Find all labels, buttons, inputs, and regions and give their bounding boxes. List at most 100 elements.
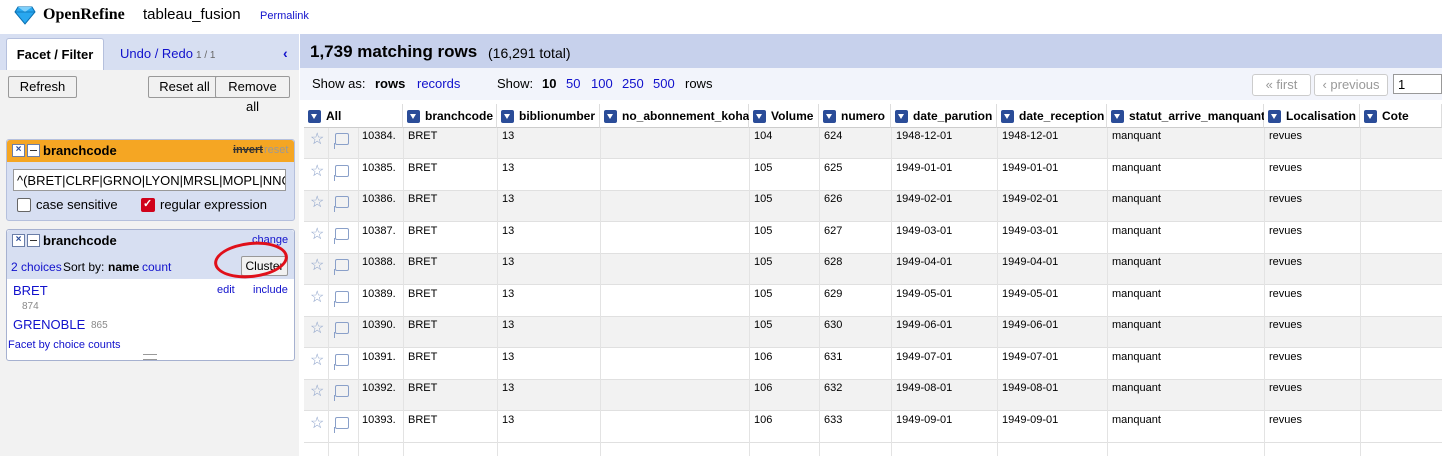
table-cell[interactable]: 630 [824, 319, 842, 331]
table-cell[interactable]: 1949-04-01 [896, 256, 952, 268]
table-cell[interactable]: 13 [502, 414, 514, 426]
table-cell[interactable]: 631 [824, 351, 842, 363]
table-cell[interactable]: revues [1269, 130, 1302, 142]
table-cell[interactable]: BRET [408, 351, 437, 363]
collapse-panel-icon[interactable]: ‹ [283, 46, 293, 60]
column-menu-arrow-icon[interactable] [823, 110, 836, 123]
column-header-numero[interactable]: numero [819, 104, 891, 128]
table-cell[interactable]: 1949-09-01 [1002, 414, 1058, 426]
table-cell[interactable]: manquant [1112, 288, 1161, 300]
tab-facet-filter[interactable]: Facet / Filter [6, 38, 104, 71]
table-cell[interactable]: revues [1269, 162, 1302, 174]
table-cell[interactable]: BRET [408, 288, 437, 300]
choice-include-link[interactable]: include [253, 284, 288, 296]
table-cell[interactable]: 13 [502, 319, 514, 331]
table-cell[interactable]: 1949-04-01 [1002, 256, 1058, 268]
table-cell[interactable]: 1949-03-01 [896, 225, 952, 237]
facet-choice-bret[interactable]: BRET [13, 283, 48, 298]
column-menu-arrow-icon[interactable] [1364, 110, 1377, 123]
column-menu-arrow-icon[interactable] [1111, 110, 1124, 123]
page-size-50[interactable]: 50 [566, 76, 580, 91]
column-header-branchcode[interactable]: branchcode [403, 104, 497, 128]
table-cell[interactable]: 628 [824, 256, 842, 268]
table-cell[interactable]: 1949-01-01 [1002, 162, 1058, 174]
close-facet-icon[interactable]: × [12, 234, 25, 247]
first-page-button[interactable]: « first [1252, 74, 1311, 96]
table-cell[interactable]: 13 [502, 225, 514, 237]
flag-icon[interactable] [334, 259, 349, 275]
table-cell[interactable]: BRET [408, 193, 437, 205]
table-cell[interactable]: 1948-12-01 [896, 130, 952, 142]
table-cell[interactable]: 1949-07-01 [896, 351, 952, 363]
column-header-localisation[interactable]: Localisation [1264, 104, 1360, 128]
mode-records[interactable]: records [417, 76, 460, 91]
table-cell[interactable]: manquant [1112, 162, 1161, 174]
table-cell[interactable]: manquant [1112, 414, 1161, 426]
column-header-statut-arrive-manquant[interactable]: statut_arrive_manquant [1107, 104, 1265, 128]
table-cell[interactable]: 105 [754, 193, 772, 205]
table-cell[interactable]: 625 [824, 162, 842, 174]
flag-icon[interactable] [334, 290, 349, 307]
case-sensitive-checkbox[interactable] [17, 198, 31, 212]
table-cell[interactable]: BRET [408, 414, 437, 426]
project-name[interactable]: tableau_fusion [143, 6, 241, 23]
star-icon[interactable]: ☆ [310, 258, 324, 274]
table-cell[interactable]: 106 [754, 382, 772, 394]
column-header-biblionumber[interactable]: biblionumber [497, 104, 600, 128]
minimize-facet-icon[interactable] [27, 234, 40, 247]
choices-count[interactable]: 2 choices [11, 260, 62, 274]
table-cell[interactable]: 629 [824, 288, 842, 300]
table-cell[interactable]: 1949-08-01 [1002, 382, 1058, 394]
column-menu-arrow-icon[interactable] [1268, 110, 1281, 123]
table-cell[interactable]: BRET [408, 130, 437, 142]
table-cell[interactable]: 633 [824, 414, 842, 426]
change-link[interactable]: change [252, 234, 288, 246]
table-cell[interactable]: revues [1269, 225, 1302, 237]
page-size-500[interactable]: 500 [653, 76, 675, 91]
star-icon[interactable]: ☆ [310, 226, 324, 243]
facet-choice-grenoble[interactable]: GRENOBLE [13, 317, 85, 332]
cluster-button[interactable]: Cluster [241, 256, 288, 276]
star-icon[interactable]: ☆ [310, 321, 324, 337]
column-menu-arrow-icon[interactable] [308, 110, 321, 123]
table-cell[interactable]: 632 [824, 382, 842, 394]
table-cell[interactable]: 106 [754, 414, 772, 426]
regular-expression-checkbox[interactable] [141, 197, 155, 212]
permalink-link[interactable]: Permalink [260, 10, 309, 22]
column-menu-arrow-icon[interactable] [895, 110, 908, 123]
table-cell[interactable]: 13 [502, 288, 514, 300]
column-menu-arrow-icon[interactable] [753, 110, 766, 123]
table-cell[interactable]: manquant [1112, 130, 1161, 142]
table-cell[interactable]: 105 [754, 319, 772, 331]
invert-link[interactable]: invert [233, 144, 263, 156]
table-cell[interactable]: 13 [502, 351, 514, 363]
column-header-date-parution[interactable]: date_parution [891, 104, 997, 128]
sort-by-count[interactable]: count [142, 260, 171, 274]
column-menu-arrow-icon[interactable] [604, 110, 617, 123]
table-cell[interactable]: BRET [408, 256, 437, 268]
sort-by-name[interactable]: name [108, 260, 139, 274]
table-cell[interactable]: BRET [408, 162, 437, 174]
star-icon[interactable]: ☆ [310, 163, 324, 180]
choice-edit-link[interactable]: edit [217, 284, 235, 296]
table-cell[interactable]: revues [1269, 193, 1302, 205]
table-cell[interactable]: 1949-05-01 [1002, 288, 1058, 300]
table-cell[interactable]: 105 [754, 288, 772, 300]
table-cell[interactable]: BRET [408, 225, 437, 237]
table-cell[interactable]: revues [1269, 288, 1302, 300]
table-cell[interactable]: manquant [1112, 225, 1161, 237]
page-size-10[interactable]: 10 [542, 76, 556, 91]
table-cell[interactable]: revues [1269, 351, 1302, 363]
flag-icon[interactable] [334, 385, 349, 401]
table-cell[interactable]: manquant [1112, 256, 1161, 268]
table-cell[interactable]: 105 [754, 256, 772, 268]
facet-by-choice-counts-link[interactable]: Facet by choice counts [8, 339, 121, 351]
star-icon[interactable]: ☆ [310, 289, 324, 306]
minimize-facet-icon[interactable] [27, 144, 40, 157]
star-icon[interactable]: ☆ [310, 195, 324, 211]
remove-all-button[interactable]: Remove all [215, 76, 290, 114]
column-header-date-reception[interactable]: date_reception [997, 104, 1107, 128]
reset-link[interactable]: reset [264, 144, 288, 156]
table-cell[interactable]: 104 [754, 130, 772, 142]
column-menu-arrow-icon[interactable] [407, 110, 420, 123]
